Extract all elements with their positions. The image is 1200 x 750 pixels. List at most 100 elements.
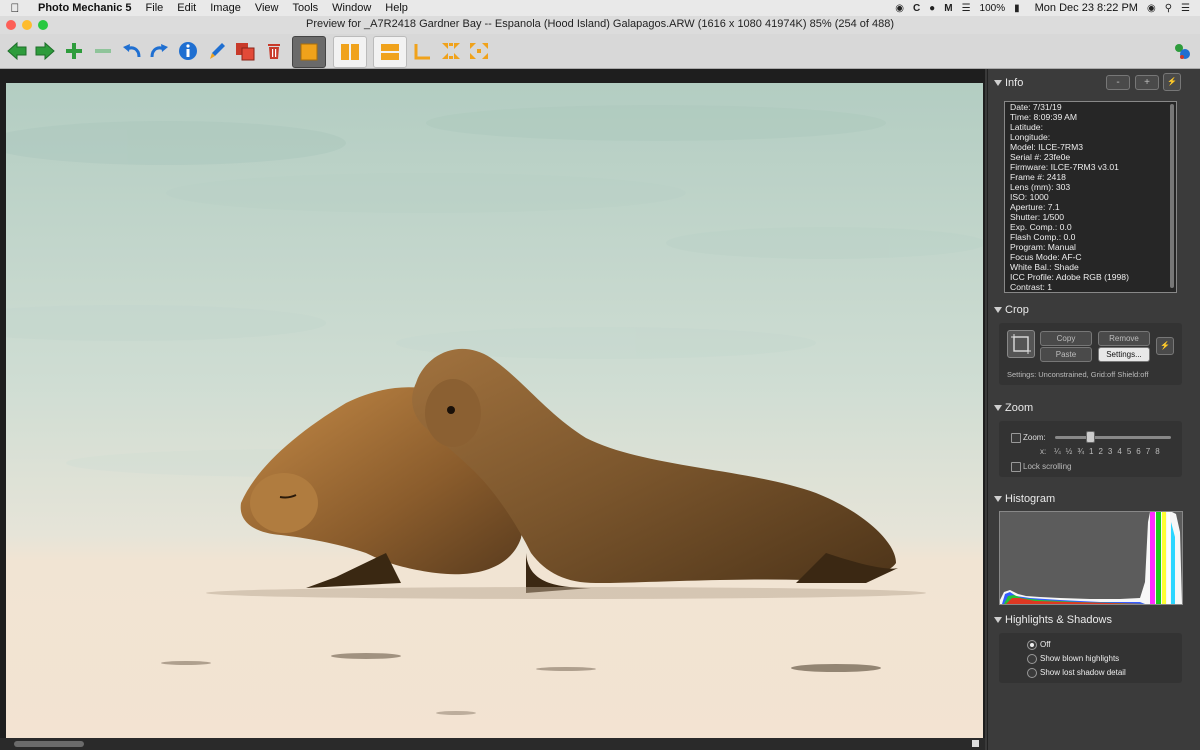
battery-icon[interactable]: ▮: [1014, 3, 1020, 14]
disk-status-icon[interactable]: ●: [929, 3, 935, 14]
info-row: Focus Mode: AF-C: [1010, 252, 1082, 262]
info-icon[interactable]: [176, 39, 200, 63]
info-list[interactable]: Date: 7/31/19 Time: 8:09:39 AM Latitude: Lo…: [1004, 101, 1177, 293]
add-icon[interactable]: [62, 39, 86, 63]
menu-tools[interactable]: Tools: [285, 2, 325, 14]
wifi-icon[interactable]: ☰: [962, 3, 971, 14]
c-status-icon[interactable]: C: [913, 3, 920, 14]
copy-icon[interactable]: [233, 39, 257, 63]
edit-brush-icon[interactable]: [205, 39, 229, 63]
crop-header[interactable]: Crop: [994, 304, 1029, 316]
scrollbar-thumb[interactable]: [14, 741, 84, 747]
preview-photo[interactable]: [6, 83, 983, 747]
zoom-slider-track[interactable]: [1055, 436, 1171, 439]
menu-image[interactable]: Image: [203, 2, 248, 14]
radio-off[interactable]: [1027, 640, 1037, 650]
lock-scrolling-checkbox[interactable]: [1011, 462, 1021, 472]
info-row: ISO: 1000: [1010, 192, 1049, 202]
notification-center-icon[interactable]: ☰: [1181, 3, 1190, 14]
next-arrow-icon[interactable]: [33, 39, 57, 63]
zoom-x-label: x:: [1040, 447, 1047, 456]
window-title: Preview for _A7R2418 Gardner Bay -- Espa…: [305, 18, 895, 30]
highlights-shadows-title: Highlights & Shadows: [1005, 614, 1113, 626]
disclosure-triangle-icon[interactable]: [994, 405, 1002, 412]
apple-icon[interactable]: : [0, 1, 30, 15]
disclosure-triangle-icon[interactable]: [994, 307, 1002, 314]
menu-window[interactable]: Window: [325, 2, 378, 14]
menu-edit[interactable]: Edit: [170, 2, 203, 14]
resize-corner[interactable]: [972, 740, 979, 747]
zoom-mark[interactable]: 6: [1136, 447, 1140, 456]
crop-tool-icon[interactable]: [1007, 330, 1035, 358]
crop-paste-button[interactable]: Paste: [1040, 347, 1092, 362]
menu-file[interactable]: File: [139, 2, 171, 14]
info-minus-button[interactable]: -: [1106, 75, 1130, 90]
zoom-mark[interactable]: ½: [1066, 447, 1073, 456]
radio-show-blown-highlights[interactable]: [1027, 654, 1037, 664]
radio-show-lost-shadow-detail[interactable]: [1027, 668, 1037, 678]
disclosure-triangle-icon[interactable]: [994, 617, 1002, 624]
crop-section: Crop Copy Remove Paste Settings... ⚡ Set…: [988, 301, 1200, 389]
disclosure-triangle-icon[interactable]: [994, 80, 1002, 87]
fit-collapse-icon[interactable]: [439, 39, 463, 63]
zoom-section: Zoom Zoom: x: ¼½¾12345678 Lock scrolling: [988, 399, 1200, 479]
zoom-mark[interactable]: 4: [1117, 447, 1121, 456]
toolbar: [0, 34, 1200, 69]
info-scrollbar[interactable]: [1170, 104, 1174, 288]
zoom-checkbox[interactable]: [1011, 433, 1021, 443]
menu-view[interactable]: View: [248, 2, 286, 14]
info-row: Aperture: 7.1: [1010, 202, 1060, 212]
zoom-mark[interactable]: 5: [1127, 447, 1131, 456]
zoom-slider-thumb[interactable]: [1086, 431, 1095, 443]
crop-lightning-icon[interactable]: ⚡: [1156, 337, 1174, 355]
window-titlebar: Preview for _A7R2418 Gardner Bay -- Espa…: [0, 16, 1200, 34]
info-lightning-icon[interactable]: ⚡: [1163, 73, 1181, 91]
m-status-icon[interactable]: M: [944, 3, 952, 14]
zoom-mark[interactable]: 3: [1108, 447, 1112, 456]
rotate-right-icon[interactable]: [147, 39, 171, 63]
zoom-mark[interactable]: ¾: [1077, 447, 1084, 456]
fit-expand-icon[interactable]: [467, 39, 491, 63]
image-viewer[interactable]: [0, 69, 985, 750]
side-by-side-view-button[interactable]: [333, 36, 367, 68]
spotlight-icon[interactable]: ⚲: [1165, 3, 1172, 14]
crop-tool-icon[interactable]: [411, 39, 435, 63]
histogram-header[interactable]: Histogram: [994, 493, 1055, 505]
menu-app-name[interactable]: Photo Mechanic 5: [30, 2, 139, 14]
crop-remove-button[interactable]: Remove: [1098, 331, 1150, 346]
zoom-mark[interactable]: 8: [1155, 447, 1159, 456]
info-plus-button[interactable]: +: [1135, 75, 1159, 90]
menubar-datetime[interactable]: Mon Dec 23 8:22 PM: [1035, 2, 1138, 14]
crop-settings-button[interactable]: Settings...: [1098, 347, 1150, 362]
histogram-chart: [999, 511, 1183, 605]
info-row: Time: 8:09:39 AM: [1010, 112, 1078, 122]
histogram-title: Histogram: [1005, 493, 1056, 505]
zoom-mark[interactable]: 1: [1089, 447, 1093, 456]
info-row: White Bal.: Shade: [1010, 262, 1079, 272]
info-row: Date: 7/31/19: [1010, 102, 1062, 112]
rotate-left-icon[interactable]: [120, 39, 144, 63]
zoom-header[interactable]: Zoom: [994, 402, 1033, 414]
info-row: Latitude:: [1010, 122, 1043, 132]
trash-icon[interactable]: [262, 39, 286, 63]
info-row: Exp. Comp.: 0.0: [1010, 222, 1072, 232]
horizontal-scrollbar[interactable]: [0, 738, 985, 750]
info-row: Lens (mm): 303: [1010, 182, 1071, 192]
info-header[interactable]: Info: [994, 77, 1023, 89]
zoom-mark[interactable]: ¼: [1054, 447, 1061, 456]
share-bird-icon[interactable]: [1170, 39, 1194, 63]
zoom-mark[interactable]: 2: [1098, 447, 1102, 456]
single-view-button[interactable]: [292, 36, 326, 68]
disclosure-triangle-icon[interactable]: [994, 496, 1002, 503]
stacked-view-button[interactable]: [373, 36, 407, 68]
remove-icon[interactable]: [91, 39, 115, 63]
previous-arrow-icon[interactable]: [5, 39, 29, 63]
creative-cloud-icon[interactable]: ◉: [895, 3, 904, 14]
radio-off-label: Off: [1040, 640, 1051, 649]
highlights-shadows-header[interactable]: Highlights & Shadows: [994, 614, 1112, 626]
menu-help[interactable]: Help: [378, 2, 415, 14]
crop-copy-button[interactable]: Copy: [1040, 331, 1092, 346]
info-row: Model: ILCE-7RM3: [1010, 142, 1084, 152]
zoom-mark[interactable]: 7: [1146, 447, 1150, 456]
user-icon[interactable]: ◉: [1147, 3, 1156, 14]
